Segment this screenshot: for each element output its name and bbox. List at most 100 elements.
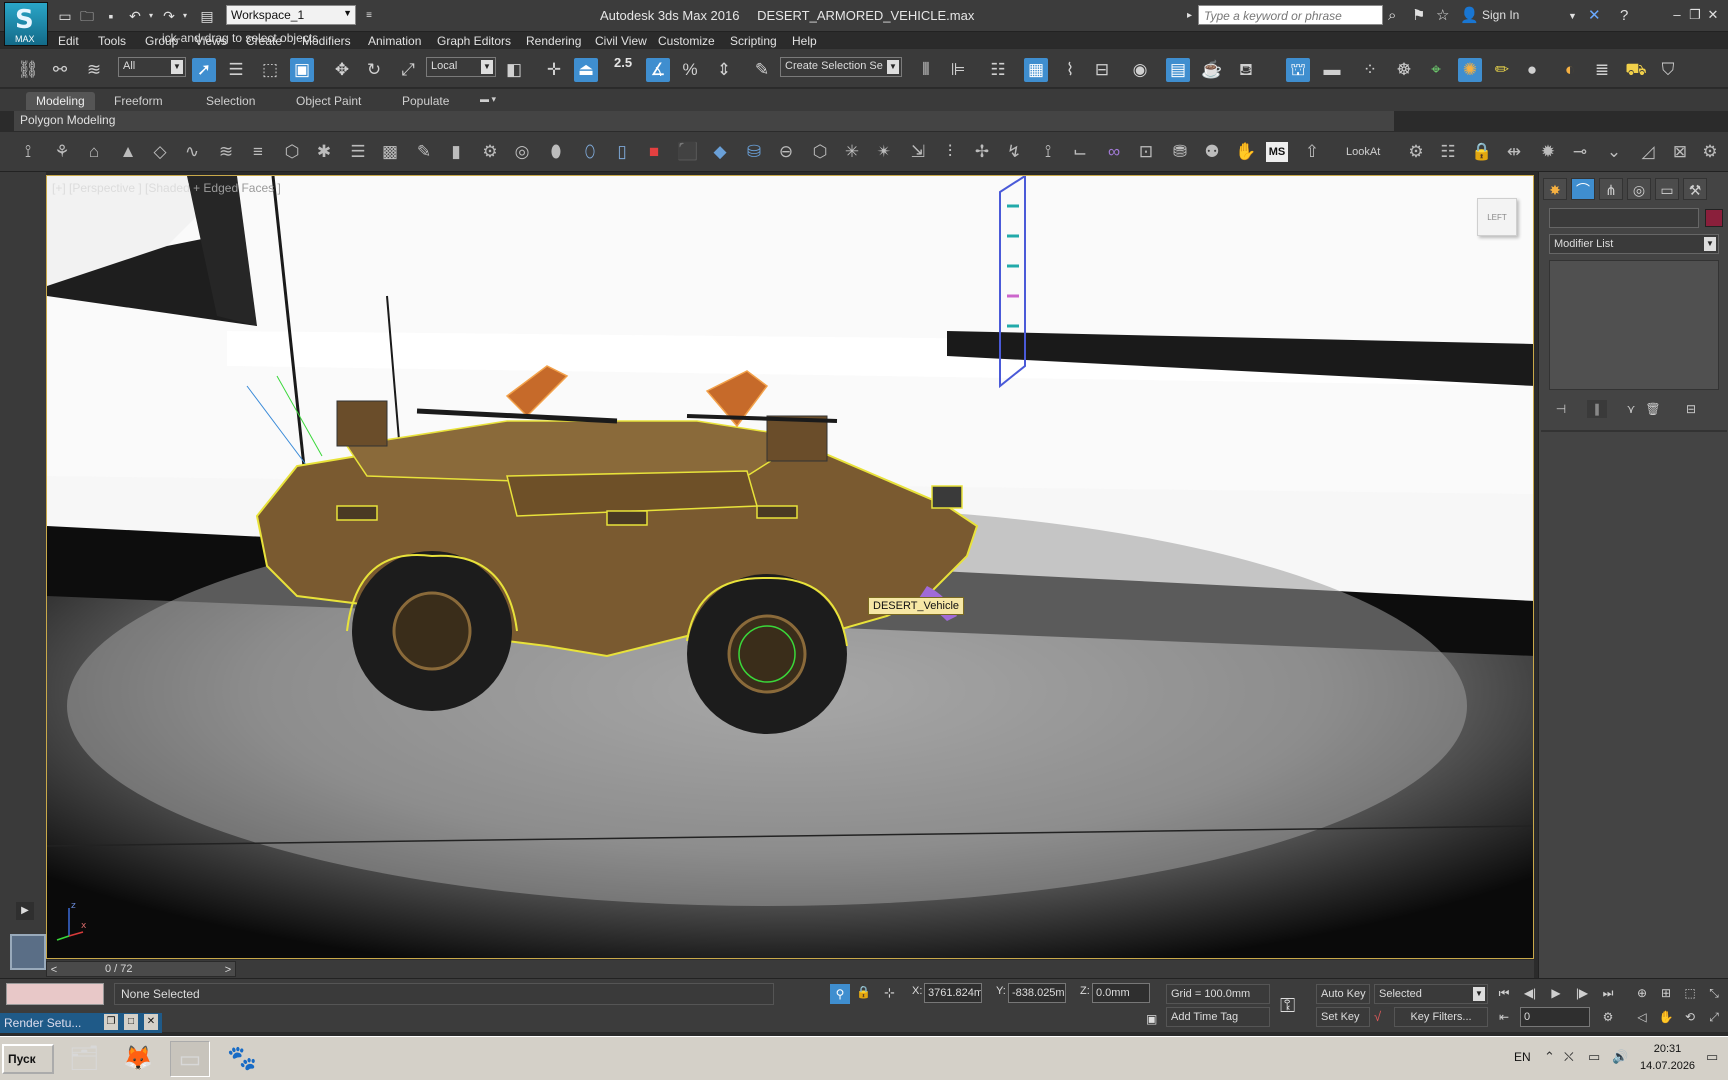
layers-icon[interactable]: ≣	[1590, 58, 1614, 82]
binoculars-icon[interactable]: ⌕	[1388, 7, 1396, 25]
plane-tool-icon[interactable]: ◇	[148, 140, 172, 164]
tall-cylinder-icon[interactable]: ▯	[610, 140, 634, 164]
current-frame-field[interactable]: 0	[1520, 1007, 1590, 1027]
named-selection-dropdown[interactable]: Create Selection Se ▼	[780, 57, 902, 77]
orbit-icon[interactable]: ⟲	[1680, 1007, 1700, 1027]
snap-toggle-label[interactable]: 2.5	[614, 55, 632, 70]
menu-tools[interactable]: Tools	[98, 34, 126, 48]
render-setup-minimized-window[interactable]: Render Setu... ❐ □ ✕	[0, 1013, 162, 1033]
align-icon[interactable]: ⊫	[946, 58, 970, 82]
polygon-modeling-label[interactable]: Polygon Modeling	[20, 113, 115, 127]
create-tab-icon[interactable]: ✸	[1543, 178, 1567, 200]
vehicle-icon[interactable]: ⛟	[1624, 58, 1648, 82]
viewport-layout-thumbnail[interactable]	[10, 934, 46, 970]
sign-in-dropdown-icon[interactable]: ▼	[1568, 7, 1577, 25]
app-icon[interactable]: 🐾	[222, 1041, 262, 1077]
network-icon[interactable]: ⛌	[1564, 1049, 1574, 1065]
box-outline-icon[interactable]: ⬡	[808, 140, 832, 164]
isolate-selection-icon[interactable]: ⚲	[830, 984, 850, 1004]
helix-icon[interactable]: ∿	[180, 140, 204, 164]
motion-tab-icon[interactable]: ◎	[1627, 178, 1651, 200]
search-input[interactable]: Type a keyword or phrase	[1198, 5, 1383, 25]
close-icon[interactable]: ✕	[1704, 6, 1722, 24]
shield-icon[interactable]: ⛉	[1656, 58, 1680, 82]
workspace-select[interactable]: Workspace_1 ▼	[226, 5, 356, 25]
hierarchy-tab-icon[interactable]: ⋔	[1599, 178, 1623, 200]
tray-expand-icon[interactable]: ⌃	[1544, 1049, 1555, 1065]
utilities-tab-icon[interactable]: ⚒	[1683, 178, 1707, 200]
z-coordinate-field[interactable]: 0.0mm	[1092, 983, 1150, 1003]
tab-selection[interactable]: Selection	[196, 92, 265, 110]
modify-tab-icon[interactable]: ⌒	[1571, 178, 1595, 200]
selection-filter-dropdown[interactable]: All ▼	[118, 57, 186, 77]
go-to-start-icon[interactable]: ⏮	[1494, 983, 1514, 1003]
ruler-icon[interactable]: ▬	[1320, 58, 1344, 82]
lookat-button[interactable]: LookAt	[1346, 146, 1380, 158]
modifier-list-dropdown[interactable]: Modifier List ▼	[1549, 234, 1719, 254]
geosphere-icon[interactable]: ◎	[510, 140, 534, 164]
unlink-icon[interactable]: ⚯	[48, 58, 72, 82]
checker-icon[interactable]: ▩	[378, 140, 402, 164]
capsule-icon[interactable]: ⬮	[544, 140, 568, 164]
xform-icon[interactable]: ⇲	[906, 140, 930, 164]
y-coordinate-field[interactable]: -838.025m	[1008, 983, 1066, 1003]
firefox-icon[interactable]: 🦊	[118, 1041, 158, 1077]
restore-icon[interactable]: ❐	[1686, 6, 1704, 24]
pin-stack-icon[interactable]: ⊣	[1551, 400, 1571, 418]
select-manipulate-icon[interactable]: ✛	[542, 58, 566, 82]
viewport-label-shading[interactable]: + Edged Faces ]	[190, 181, 281, 195]
sign-in-link[interactable]: Sign In	[1482, 8, 1519, 22]
zoom-extents-all-icon[interactable]: ⤡	[1704, 983, 1724, 1003]
torus-icon[interactable]: ⊖	[774, 140, 798, 164]
pivot-center-icon[interactable]: ◧	[502, 58, 526, 82]
customize-quick-access-icon[interactable]: ≡	[360, 7, 378, 25]
collapse-icon[interactable]: ⌄	[1602, 140, 1626, 164]
close-icon[interactable]: ✕	[144, 1014, 158, 1030]
viewport-label[interactable]: [+] [Perspective ] [Shaded + Edged Faces…	[52, 181, 281, 195]
time-config-icon[interactable]: ⚙	[1598, 1007, 1618, 1027]
configure-modifier-sets-icon[interactable]: ⊟	[1681, 400, 1701, 418]
previous-frame-arrow[interactable]: <	[47, 962, 61, 978]
cylinder-icon[interactable]: ⛁	[742, 140, 766, 164]
light-icon[interactable]: ◐	[1558, 58, 1582, 82]
particle-icon[interactable]: ⁘	[1358, 58, 1382, 82]
select-by-name-icon[interactable]: ☰	[224, 58, 248, 82]
bracket-icon[interactable]: ⇹	[1502, 140, 1526, 164]
new-file-icon[interactable]: ▭	[56, 7, 74, 25]
sun-icon[interactable]: ✺	[1458, 58, 1482, 82]
key-icon[interactable]: ⚿	[1280, 995, 1295, 1018]
remove-modifier-icon[interactable]: 🗑	[1643, 400, 1663, 418]
tube-stack-icon[interactable]: ≡	[246, 140, 270, 164]
twist-icon[interactable]: ↯	[1002, 140, 1026, 164]
hand-icon[interactable]: ✋	[1234, 140, 1258, 164]
zoom-icon[interactable]: ⊕	[1632, 983, 1652, 1003]
ribbon-options-icon[interactable]: ▬ ▾	[470, 92, 506, 110]
menu-graph-editors[interactable]: Graph Editors	[437, 34, 511, 48]
time-slider-track[interactable]: < 0 / 72 >	[46, 961, 236, 977]
angle-snap-icon[interactable]: ∡	[646, 58, 670, 82]
restore-icon[interactable]: ❐	[104, 1014, 118, 1030]
spiky-icon[interactable]: ✳	[840, 140, 864, 164]
cube-icon[interactable]: ⬛	[676, 140, 700, 164]
menu-help[interactable]: Help	[792, 34, 817, 48]
turtle-icon[interactable]: ☸	[1392, 58, 1416, 82]
spinner-snap-icon[interactable]: ⇕	[712, 58, 736, 82]
zoom-all-icon[interactable]: ⊞	[1656, 983, 1676, 1003]
taper-icon[interactable]: ⟟	[1036, 140, 1060, 164]
bend-icon[interactable]: ✢	[970, 140, 994, 164]
select-and-scale-icon[interactable]: ⤢	[396, 58, 420, 82]
notification-icon[interactable]: ▭	[1706, 1049, 1718, 1065]
monitor-icon[interactable]: ▭	[1588, 1049, 1600, 1065]
absolute-mode-icon[interactable]: ⊹	[884, 985, 895, 1001]
field-of-view-icon[interactable]: ◁	[1632, 1007, 1652, 1027]
zoom-extents-icon[interactable]: ⬚	[1680, 983, 1700, 1003]
window-crossing-icon[interactable]: ▣	[290, 58, 314, 82]
pyramid-icon[interactable]: ▲	[116, 140, 140, 164]
material-editor-icon[interactable]: ◉	[1128, 58, 1152, 82]
clock[interactable]: 20:31 14.07.2026	[1640, 1041, 1695, 1075]
show-end-result-icon[interactable]: ∥	[1587, 400, 1607, 418]
cog-icon[interactable]: ⚙	[1404, 140, 1428, 164]
viewport-label-main[interactable]: [+] [Perspective ] [Shaded	[52, 181, 190, 195]
auto-key-button[interactable]: Auto Key	[1316, 984, 1370, 1004]
tab-modeling[interactable]: Modeling	[26, 92, 95, 110]
